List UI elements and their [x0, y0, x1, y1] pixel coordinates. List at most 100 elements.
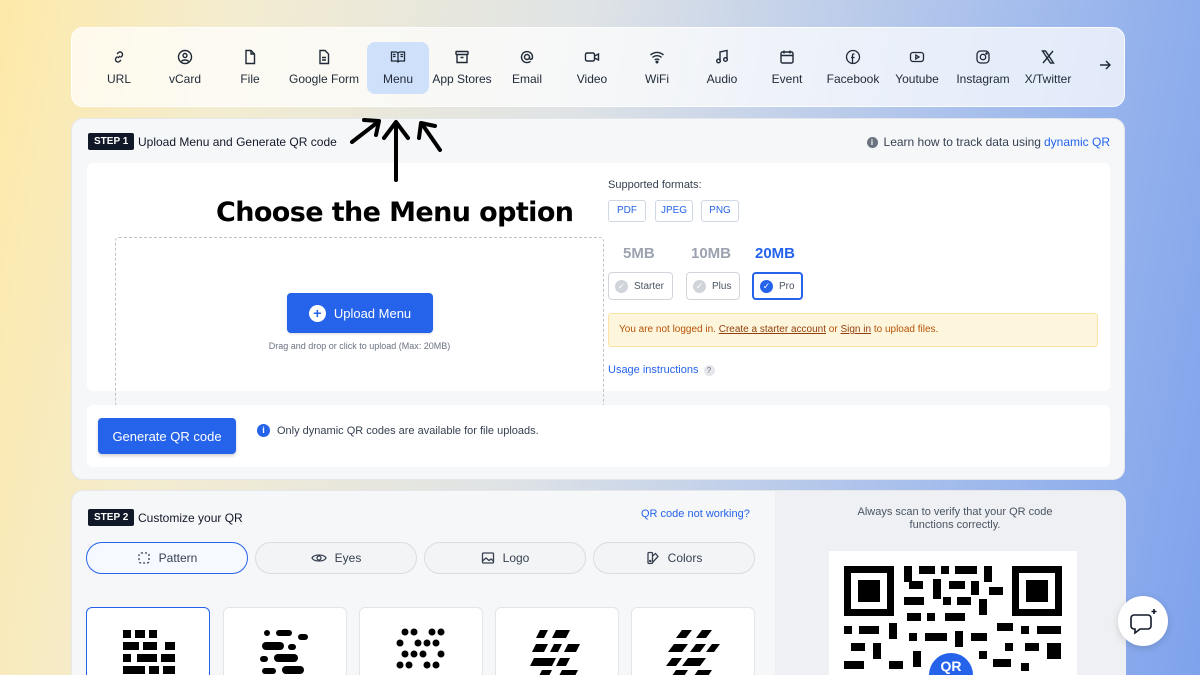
plus-icon: + — [308, 304, 326, 322]
nav-item-url[interactable]: URL — [88, 42, 150, 94]
nav-item-file[interactable]: File — [219, 42, 281, 94]
step2-title: Customize your QR — [138, 511, 243, 525]
usage-instructions[interactable]: Usage instructions ? — [608, 364, 715, 376]
facebook-icon — [845, 49, 861, 65]
upload-menu-button[interactable]: + Upload Menu — [287, 293, 433, 333]
nav-item-google-form[interactable]: Google Form — [286, 42, 362, 94]
nav-item-app-stores[interactable]: App Stores — [429, 42, 495, 94]
qr-badge: QR — [940, 658, 962, 674]
plan-plus[interactable]: ✓ Plus — [686, 272, 740, 300]
nav-label: Event — [771, 72, 803, 86]
pattern-icon — [137, 552, 150, 564]
sign-in-link[interactable]: Sign in — [840, 324, 871, 335]
help-icon: ? — [703, 364, 715, 376]
nav-item-instagram[interactable]: Instagram — [951, 42, 1015, 94]
step2-panel: STEP 2 Customize your QR QR code not wor… — [71, 490, 1126, 675]
annotation-arrows — [350, 118, 442, 182]
tab-label: Colors — [667, 551, 703, 565]
arrow-right-icon[interactable] — [1098, 58, 1116, 78]
pattern-option[interactable] — [495, 607, 619, 675]
check-icon: ✓ — [615, 279, 628, 293]
palette-icon — [647, 551, 659, 565]
plan-starter[interactable]: ✓ Starter — [608, 272, 673, 300]
check-icon: ✓ — [693, 279, 706, 293]
nav-item-youtube[interactable]: Youtube — [886, 42, 948, 94]
chat-support-button[interactable] — [1118, 596, 1168, 646]
nav-label: Instagram — [956, 72, 1010, 86]
tab-label: Eyes — [334, 551, 362, 565]
learn-tracking: i Learn how to track data using dynamic … — [866, 135, 1110, 149]
qr-pattern-preview — [666, 630, 720, 675]
instagram-icon — [976, 50, 990, 64]
pattern-option[interactable] — [631, 607, 755, 675]
learn-text: Learn how to track data using — [883, 135, 1041, 149]
form-icon — [319, 49, 330, 65]
plan-label: Plus — [712, 280, 732, 292]
qr-not-working-link[interactable]: QR code not working? — [641, 508, 750, 520]
nav-label: X/Twitter — [1024, 72, 1072, 86]
store-icon — [455, 50, 469, 64]
drag-hint: Drag and drop or click to upload (Max: 2… — [268, 341, 451, 351]
size-pro: 20MB — [755, 245, 796, 262]
pattern-option[interactable] — [223, 607, 347, 675]
upload-menu-label: Upload Menu — [333, 305, 412, 321]
size-starter: 5MB — [623, 245, 655, 262]
nav-item-event[interactable]: Event — [756, 42, 818, 94]
qr-code-image — [844, 566, 1062, 675]
annotation-text: Choose the Menu option — [216, 197, 574, 228]
step1-panel: STEP 1 Upload Menu and Generate QR code … — [71, 118, 1125, 480]
tab-eyes[interactable]: Eyes — [255, 542, 417, 574]
nav-label: Email — [511, 72, 542, 86]
chat-icon — [1130, 609, 1157, 635]
usage-link: Usage instructions — [608, 364, 699, 376]
plan-label: Pro — [779, 280, 795, 292]
nav-item-email[interactable]: Email — [496, 42, 558, 94]
music-icon — [716, 49, 728, 64]
dynamic-note-text: Only dynamic QR codes are available for … — [277, 424, 539, 437]
nav-item-wifi[interactable]: WiFi — [626, 42, 688, 94]
format-jpeg: JPEG — [655, 200, 693, 222]
calendar-icon — [780, 50, 794, 64]
upload-dropzone[interactable]: + Upload Menu Drag and drop or click to … — [115, 237, 604, 407]
pattern-option[interactable] — [359, 607, 483, 675]
format-pdf: PDF — [608, 200, 646, 222]
nav-label: Facebook — [826, 72, 880, 86]
nav-item-video[interactable]: Video — [561, 42, 623, 94]
tab-label: Logo — [502, 551, 530, 565]
nav-item-menu[interactable]: Menu — [367, 42, 429, 94]
step1-badge: STEP 1 — [88, 133, 135, 150]
youtube-icon — [909, 51, 925, 63]
tab-pattern[interactable]: Pattern — [86, 542, 248, 574]
wifi-icon — [650, 51, 664, 64]
nav-item-facebook[interactable]: Facebook — [821, 42, 885, 94]
pattern-option[interactable] — [86, 607, 210, 675]
nav-label: Video — [576, 72, 608, 86]
nav-label: App Stores — [432, 72, 492, 86]
link-icon — [114, 51, 124, 63]
nav-label: vCard — [168, 72, 201, 86]
qr-pattern-preview — [530, 630, 580, 675]
tab-colors[interactable]: Colors — [593, 542, 755, 574]
info-icon: i — [866, 136, 878, 148]
nav-item-x-twitter[interactable]: X/Twitter — [1016, 42, 1080, 94]
generate-card: Generate QR code i Only dynamic QR codes… — [87, 405, 1110, 467]
format-png: PNG — [701, 200, 739, 222]
tab-logo[interactable]: Logo — [424, 542, 586, 574]
video-icon — [584, 52, 600, 62]
qr-preview-panel: Always scan to verify that your QR code … — [775, 491, 1126, 675]
size-plus: 10MB — [691, 245, 732, 262]
dynamic-qr-link[interactable]: dynamic QR — [1044, 135, 1110, 149]
dynamic-note: i Only dynamic QR codes are available fo… — [257, 424, 539, 437]
user-circle-icon — [177, 49, 193, 65]
step1-title: Upload Menu and Generate QR code — [138, 135, 337, 149]
nav-label: Menu — [382, 72, 414, 86]
nav-item-vcard[interactable]: vCard — [154, 42, 216, 94]
nav-label: Google Form — [288, 72, 360, 86]
create-account-link[interactable]: Create a starter account — [719, 324, 826, 335]
qr-code-preview: QR — [829, 551, 1077, 675]
qr-pattern-preview — [396, 628, 445, 669]
plan-pro[interactable]: ✓ Pro — [752, 272, 803, 300]
nav-item-audio[interactable]: Audio — [691, 42, 753, 94]
formats-label: Supported formats: — [608, 179, 702, 191]
generate-qr-button[interactable]: Generate QR code — [98, 418, 236, 454]
